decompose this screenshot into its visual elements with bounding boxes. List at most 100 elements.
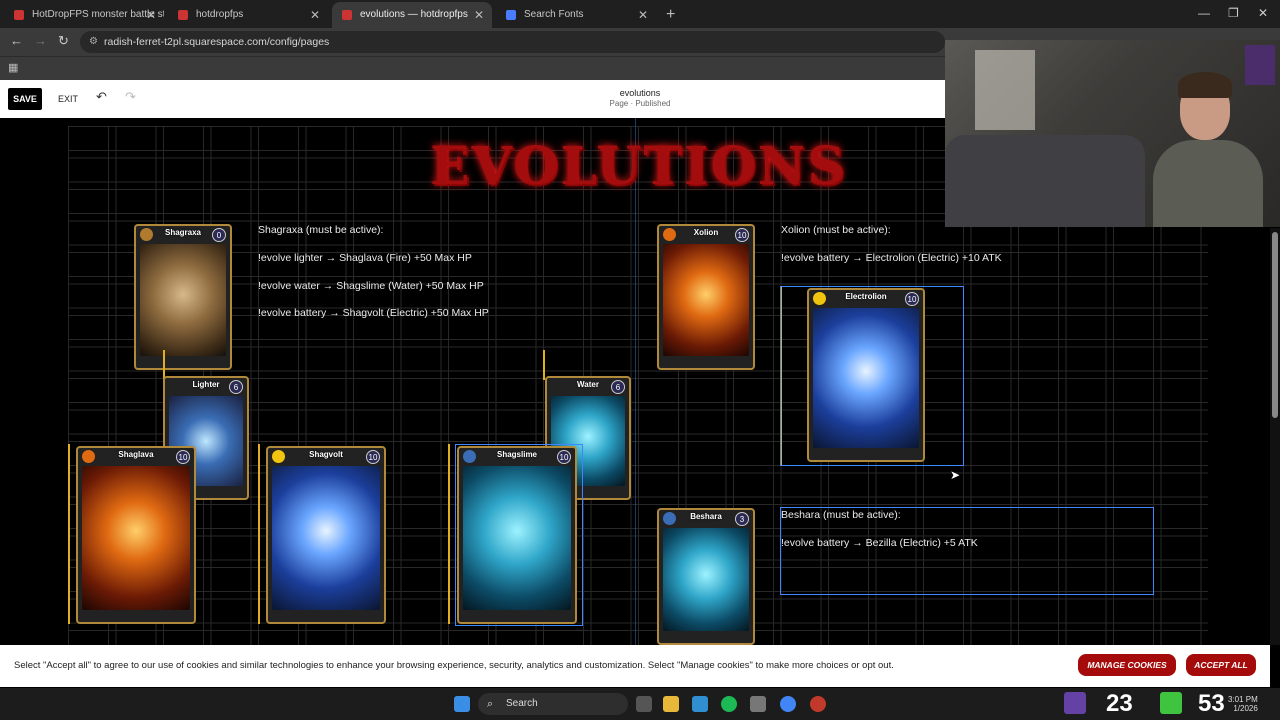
mouse-cursor-icon: ➤: [950, 468, 961, 482]
follower-count: 53: [1198, 690, 1225, 717]
card-shagvolt[interactable]: Shagvolt 10: [266, 446, 386, 624]
taskbar-search[interactable]: ⌕ Search: [478, 693, 628, 715]
browser-tab[interactable]: hotdropfps ✕: [168, 2, 328, 28]
tab-favicon-icon: [506, 10, 516, 20]
page-status: Page · Published: [609, 99, 671, 108]
app-icon[interactable]: [810, 696, 826, 712]
card-level: 6: [611, 380, 625, 394]
card-art: [82, 466, 190, 610]
file-explorer-icon[interactable]: [663, 696, 679, 712]
manage-cookies-button[interactable]: MANAGE COOKIES: [1078, 654, 1176, 676]
hud-app-icon[interactable]: [750, 696, 766, 712]
card-shagraxa[interactable]: Shagraxa 0: [134, 224, 232, 370]
save-button[interactable]: SAVE: [8, 88, 42, 110]
card-level: 6: [229, 380, 243, 394]
notepad-icon[interactable]: [692, 696, 708, 712]
webcam-overlay: [945, 40, 1280, 227]
redo-icon[interactable]: ↷: [125, 89, 136, 105]
cookie-message: Select "Accept all" to agree to our use …: [14, 660, 894, 671]
card-beshara[interactable]: Beshara 3: [657, 508, 755, 645]
search-icon: ⌕: [487, 698, 494, 710]
card-art: [140, 244, 226, 356]
viewer-count: 23: [1106, 690, 1133, 717]
evolutions-banner[interactable]: EVOLUTIONS: [430, 136, 845, 197]
reload-icon[interactable]: ↻: [58, 33, 69, 49]
page-title: evolutions: [619, 88, 661, 98]
browser-tab-strip: HotDropFPS monster battle sty ✕ hotdropf…: [0, 0, 1280, 28]
card-level: 10: [735, 228, 749, 242]
task-view-icon[interactable]: [636, 696, 652, 712]
connector-line: [543, 350, 545, 380]
tab-label: evolutions — hotdropfps: [360, 9, 468, 20]
evolve-command[interactable]: !evolve lighter → Shaglava (Fire) +50 Ma…: [258, 252, 472, 264]
scrollbar-thumb[interactable]: [1272, 232, 1278, 418]
address-bar[interactable]: ⚙ radish-ferret-t2pl.squarespace.com/con…: [80, 31, 945, 53]
close-window-icon[interactable]: ✕: [1258, 6, 1268, 20]
webcam-poster: [1245, 45, 1275, 85]
card-electrolion[interactable]: Electrolion 10: [807, 288, 925, 462]
card-art: [463, 466, 571, 610]
new-tab-icon[interactable]: +: [666, 2, 675, 28]
card-level: 10: [557, 450, 571, 464]
system-clock: 3:01 PM 1/2026: [1228, 695, 1258, 713]
beshara-heading[interactable]: Beshara (must be active):: [781, 509, 901, 521]
card-xolion[interactable]: Xolion 10: [657, 224, 755, 370]
editor-header: SAVE EXIT ↶ ↷ evolutions Page · Publishe…: [0, 80, 945, 118]
kick-icon: [1160, 692, 1182, 714]
taskbar-search-label: Search: [506, 698, 538, 709]
evolve-command[interactable]: !evolve battery → Bezilla (Electric) +5 …: [781, 537, 978, 549]
clock-date: 1/2026: [1233, 704, 1258, 713]
card-level: 10: [366, 450, 380, 464]
card-level: 3: [735, 512, 749, 526]
close-tab-icon[interactable]: ✕: [310, 2, 320, 28]
tab-favicon-icon: [178, 10, 188, 20]
windows-start-icon[interactable]: [454, 696, 470, 712]
center-guide: [635, 118, 636, 645]
tab-favicon-icon: [342, 10, 352, 20]
xolion-heading[interactable]: Xolion (must be active):: [781, 224, 891, 236]
close-tab-icon[interactable]: ✕: [146, 2, 156, 28]
cookie-banner: Select "Accept all" to agree to our use …: [0, 645, 1270, 687]
maximize-icon[interactable]: ❐: [1228, 6, 1239, 20]
minimize-icon[interactable]: —: [1198, 6, 1210, 20]
tab-label: HotDropFPS monster battle sty: [32, 9, 164, 20]
card-level: 10: [905, 292, 919, 306]
apps-grid-icon[interactable]: ▦: [8, 61, 18, 74]
tab-label: hotdropfps: [196, 9, 244, 20]
chrome-icon[interactable]: [780, 696, 796, 712]
card-shaglava[interactable]: Shaglava 10: [76, 446, 196, 624]
close-tab-icon[interactable]: ✕: [638, 2, 648, 28]
connector-line: [68, 444, 70, 624]
undo-icon[interactable]: ↶: [96, 89, 107, 105]
webcam-person-body: [1153, 140, 1263, 227]
evolve-command[interactable]: !evolve battery → Shagvolt (Electric) +5…: [258, 307, 489, 319]
url-text: radish-ferret-t2pl.squarespace.com/confi…: [104, 36, 330, 48]
card-shagslime[interactable]: Shagslime 10: [457, 446, 577, 624]
back-icon[interactable]: ←: [10, 33, 23, 48]
card-art: [272, 466, 380, 610]
evolve-command[interactable]: !evolve water → Shagslime (Water) +50 Ma…: [258, 280, 484, 292]
accept-all-button[interactable]: ACCEPT ALL: [1186, 654, 1256, 676]
close-tab-icon[interactable]: ✕: [474, 2, 484, 28]
connector-line: [448, 444, 450, 624]
evolve-command[interactable]: !evolve battery → Electrolion (Electric)…: [781, 252, 1002, 264]
card-art: [813, 308, 919, 448]
tab-favicon-icon: [14, 10, 24, 20]
webcam-window: [975, 50, 1035, 130]
screen: HotDropFPS monster battle sty ✕ hotdropf…: [0, 0, 1280, 720]
browser-tab-active[interactable]: evolutions — hotdropfps ✕: [332, 2, 492, 28]
exit-button[interactable]: EXIT: [58, 88, 78, 110]
page-scrollbar[interactable]: [1270, 228, 1280, 645]
forward-icon[interactable]: →: [34, 33, 47, 48]
taskbar: ⌕ Search 23 53 3:01 PM 1/2026: [0, 688, 1280, 720]
clock-time: 3:01 PM: [1228, 695, 1258, 704]
connector-line: [258, 444, 260, 624]
shagraxa-heading[interactable]: Shagraxa (must be active):: [258, 224, 383, 236]
card-art: [663, 528, 749, 631]
card-art: [663, 244, 749, 356]
twitch-icon: [1064, 692, 1086, 714]
browser-tab[interactable]: Search Fonts ✕: [496, 2, 656, 28]
browser-tab[interactable]: HotDropFPS monster battle sty ✕: [4, 2, 164, 28]
site-info-icon[interactable]: ⚙: [89, 31, 98, 53]
spotify-icon[interactable]: [721, 696, 737, 712]
